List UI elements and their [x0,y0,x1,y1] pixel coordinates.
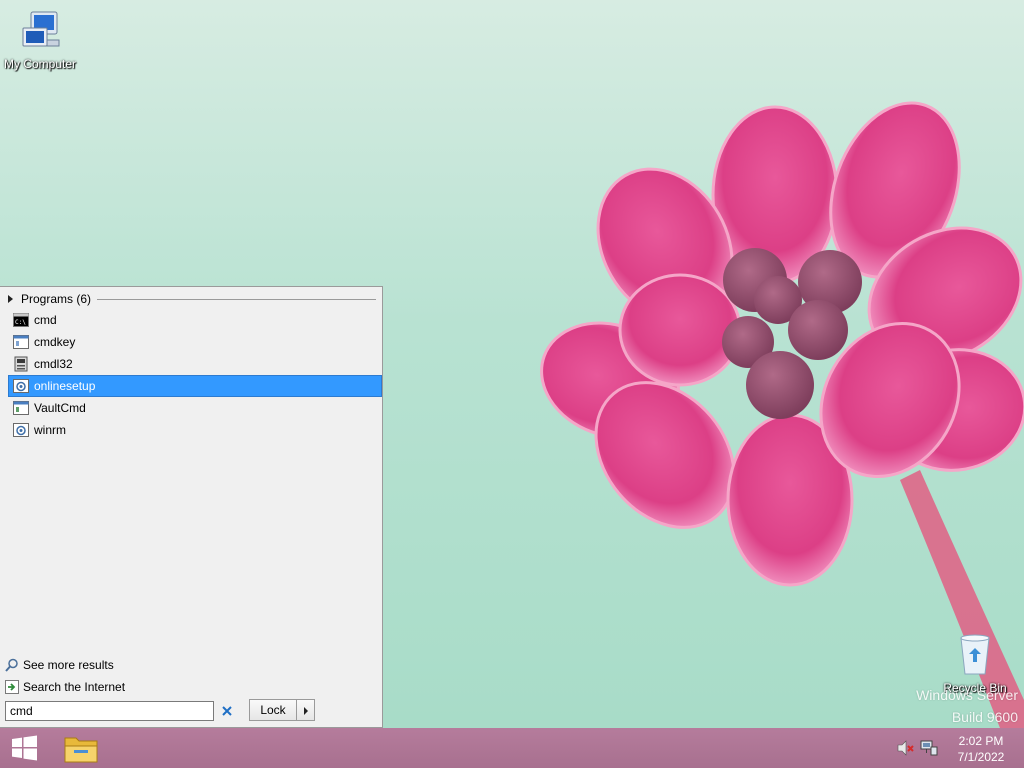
result-cmdl32[interactable]: cmdl32 [8,353,382,375]
result-winrm[interactable]: winrm [8,419,382,441]
lock-label: Lock [260,703,286,717]
volume-muted-icon[interactable] [896,740,914,756]
clock-time: 2:02 PM [958,734,1004,748]
result-cmd[interactable]: C:\ cmd [8,309,382,331]
result-cmdkey[interactable]: cmdkey [8,331,382,353]
programs-group-header[interactable]: Programs (6) [6,291,376,307]
watermark-edition: Windows Server [916,687,1018,703]
desktop: My Computer Recycle Bin Windows Server B… [0,0,1024,728]
search-internet-label: Search the Internet [23,680,126,694]
result-label: winrm [34,423,66,437]
lock-button[interactable]: Lock [249,699,297,721]
console-app-icon [13,335,29,349]
setup-gear-icon [13,423,29,437]
clock-date: 7/1/2022 [957,750,1005,764]
taskbar-clock[interactable]: 2:02 PM 7/1/2022 [946,733,1016,765]
recycle-bin-icon [960,634,990,675]
expand-arrow-icon [8,295,13,303]
windows-start-icon[interactable] [0,728,48,768]
result-label: cmdl32 [34,357,73,371]
search-icon [5,658,18,672]
result-label: cmd [34,313,57,327]
os-watermark: Windows Server Build 9600 [916,684,1018,728]
result-label: VaultCmd [34,401,86,415]
computer-icon [22,11,60,47]
clear-search-icon[interactable] [220,704,234,718]
result-label: cmdkey [34,335,76,349]
search-internet-link[interactable]: Search the Internet [5,678,125,696]
file-explorer-icon[interactable] [60,730,102,766]
see-more-label: See more results [23,658,114,672]
network-icon[interactable] [920,740,938,756]
setup-gear-icon [13,379,29,393]
result-vaultcmd[interactable]: VaultCmd [8,397,382,419]
header-divider [97,298,376,300]
chevron-right-icon [304,707,308,715]
power-options-arrow-button[interactable] [296,699,315,721]
internet-arrow-icon [5,680,19,694]
console-app-icon [13,401,29,415]
my-computer-label: My Computer [3,57,77,71]
svg-text:C:\: C:\ [15,319,26,326]
see-more-results-link[interactable]: See more results [5,656,114,674]
search-results-list: C:\ cmd cmdkey cmdl32 onlinesetup VaultC… [8,309,382,441]
cmd-icon: C:\ [13,313,29,327]
result-label: onlinesetup [34,379,96,393]
cmdl32-icon [14,356,28,372]
start-search-input[interactable] [5,701,214,721]
my-computer-desktop-icon[interactable]: My Computer [0,10,80,71]
result-onlinesetup[interactable]: onlinesetup [8,375,382,397]
start-menu: Programs (6) C:\ cmd cmdkey cmdl32 onlin… [0,286,383,728]
taskbar: 2:02 PM 7/1/2022 [0,728,1024,768]
watermark-build: Build 9600 [951,709,1018,725]
programs-group-title: Programs (6) [21,292,92,306]
